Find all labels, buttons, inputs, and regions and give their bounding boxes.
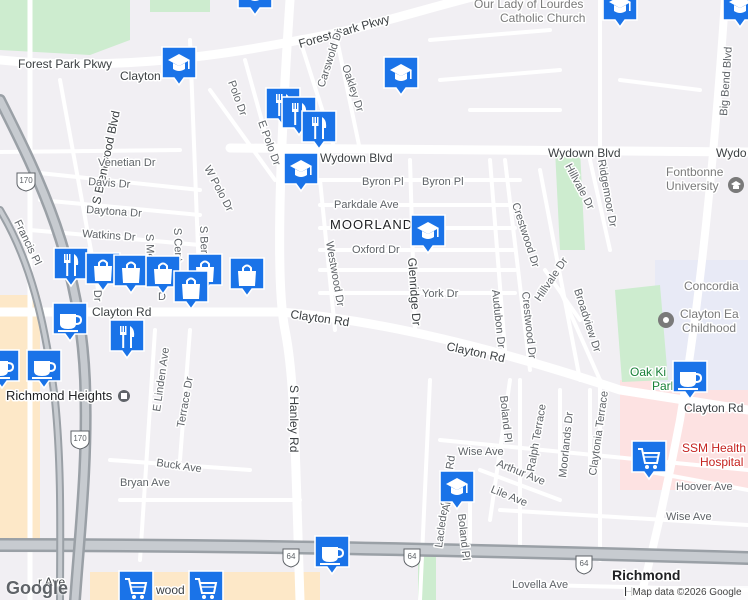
- oxford-dr-label: Oxford Dr: [352, 244, 400, 256]
- york-dr-label: York Dr: [422, 288, 459, 300]
- poi-pin-icon: [658, 312, 674, 328]
- ssm-health-label: Hospital: [700, 455, 743, 469]
- forest-park-pkwy-label: Forest Park Pkwy: [18, 57, 112, 71]
- i64-shield: 64: [282, 548, 300, 568]
- i64-shield: 64: [575, 555, 593, 575]
- lovella-ave-label: Lovella Ave: [512, 579, 568, 591]
- hoover-ave-label: Hoover Ave: [676, 481, 733, 493]
- wydown-blvd-label: Wydo: [716, 146, 747, 160]
- bryan-ave-label: Bryan Ave: [120, 477, 170, 489]
- byron-pl-label: Byron Pl: [362, 176, 404, 188]
- university-icon: [728, 177, 744, 193]
- poi-pin-icon: [118, 390, 130, 402]
- grocery-marker-icon[interactable]: [119, 571, 153, 600]
- our-lady-label: Catholic Church: [500, 11, 585, 25]
- richmond-heights-label: Richmond Heights: [6, 388, 113, 403]
- s-ber-label: S Ber: [197, 226, 210, 254]
- concordia-label: Concordia: [684, 279, 739, 293]
- clayton-rd-label: Clayton Rd: [684, 401, 743, 415]
- dr-label: Dr: [91, 290, 103, 302]
- byron-pl-label: Byron Pl: [422, 176, 464, 188]
- fontbonne-label: Fontbonne: [666, 165, 724, 179]
- clayton-rd-label: Clayton Rd: [92, 305, 151, 319]
- svg-text:170: 170: [73, 434, 87, 443]
- clayton-early-label: Childhood: [682, 321, 736, 335]
- map-canvas[interactable]: 170 170 64 64 64 Forest Park Pkwy Forest…: [0, 0, 748, 600]
- wydown-blvd-label: Wydown Blvd: [320, 151, 393, 165]
- our-lady-label: Our Lady of Lourdes: [474, 0, 583, 11]
- wise-ave-label: Wise Ave: [458, 446, 504, 458]
- map-svg: 170 170 64 64 64 Forest Park Pkwy Forest…: [0, 0, 748, 600]
- i64-shield: 64: [403, 548, 421, 568]
- fontbonne-label: University: [666, 179, 719, 193]
- clayton-early-label: Clayton Ea: [680, 307, 739, 321]
- wydown-blvd-label: Wydown Blvd: [548, 146, 621, 160]
- clayton-label: Clayton: [120, 69, 161, 83]
- parkdale-ave-label: Parkdale Ave: [334, 199, 399, 211]
- map-attribution[interactable]: Map data ©2026 Google: [626, 586, 748, 600]
- svg-text:64: 64: [408, 552, 417, 561]
- venetian-dr-label: Venetian Dr: [98, 157, 156, 169]
- i170-shield: 170: [70, 430, 90, 450]
- moorlands-label: MOORLAND: [330, 217, 413, 232]
- richmond-label: Richmond: [612, 567, 680, 583]
- oak-knoll-label: Oak Ki: [630, 365, 666, 379]
- svg-text:64: 64: [580, 559, 589, 568]
- wise-ave-label: Wise Ave: [666, 511, 712, 523]
- ssm-health-label: SSM Health: [682, 441, 746, 455]
- i170-shield: 170: [16, 172, 36, 192]
- grocery-marker-icon[interactable]: [189, 571, 223, 600]
- svg-text:170: 170: [19, 176, 33, 185]
- google-logo: Google: [6, 578, 68, 598]
- svg-text:64: 64: [287, 552, 296, 561]
- s-hanley-rd-label: S Hanley Rd: [287, 385, 301, 452]
- wood-label: wood: [155, 583, 185, 597]
